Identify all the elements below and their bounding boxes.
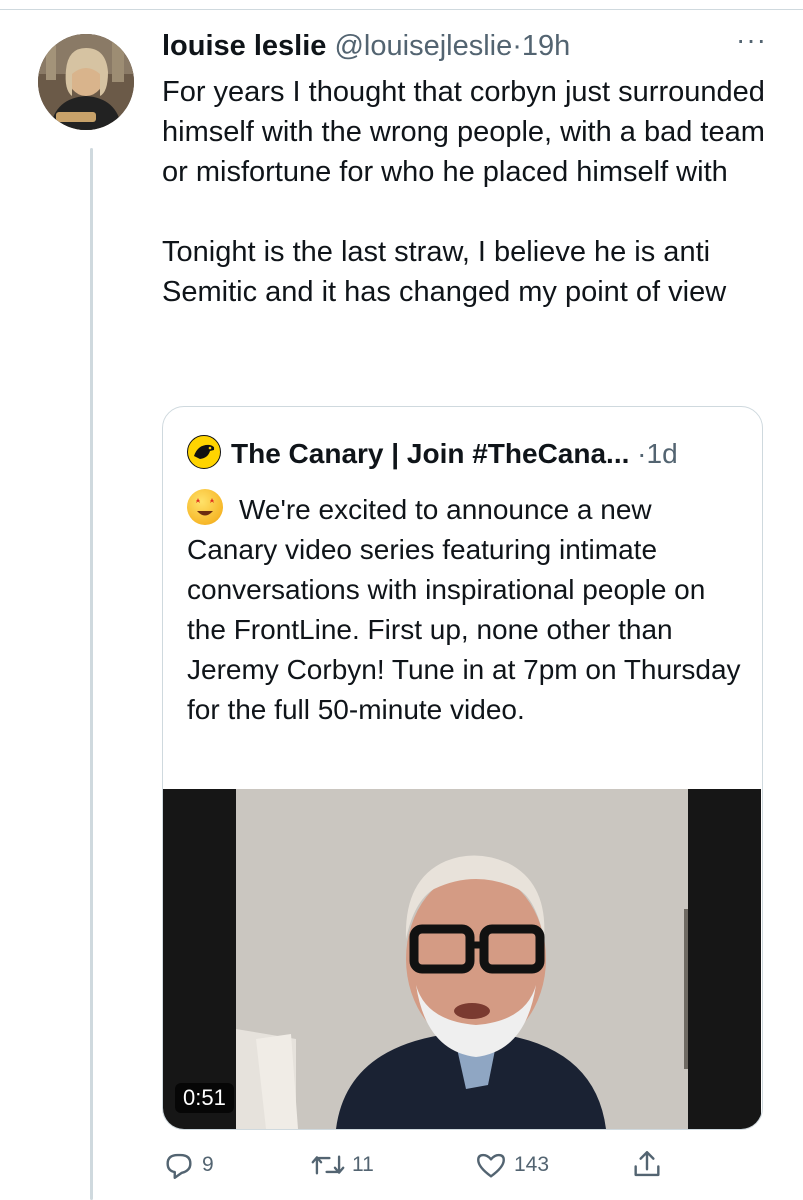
quoted-text-block: We're excited to announce a new Canary v… (187, 489, 747, 730)
quoted-header: The Canary | Join #TheCana... ·1d (187, 435, 678, 472)
avatar[interactable] (38, 34, 134, 130)
reply-count: 9 (202, 1153, 214, 1176)
video-frame (236, 789, 688, 1129)
retweet-count: 11 (352, 1153, 374, 1176)
quoted-tweet[interactable]: The Canary | Join #TheCana... ·1d We're … (162, 406, 763, 1130)
like-count: 143 (514, 1153, 550, 1176)
quoted-author-name[interactable]: The Canary | Join #TheCana... (231, 438, 629, 469)
canary-logo-icon[interactable] (187, 435, 221, 469)
tweet-text: For years I thought that corbyn just sur… (162, 76, 765, 308)
separator-dot: · (512, 30, 522, 62)
avatar-photo (38, 34, 134, 130)
author-handle[interactable]: @louisejleslie (334, 30, 512, 62)
quoted-text: We're excited to announce a new Canary v… (187, 494, 749, 725)
heart-icon (477, 1153, 505, 1178)
reply-icon (166, 1153, 192, 1179)
top-divider (0, 9, 803, 10)
tweet-time[interactable]: 19h (522, 30, 570, 62)
quoted-separator-dot: · (637, 438, 647, 469)
video-duration: 0:51 (175, 1083, 234, 1113)
author-name[interactable]: louise leslie (162, 30, 326, 62)
thread-line (90, 148, 93, 1200)
tweet-header: louise leslie @louisejleslie·19h (162, 28, 570, 64)
retweet-icon (311, 1155, 345, 1175)
tweet-actions: 9 11 143 (162, 1148, 762, 1184)
video-player[interactable]: 0:51 (163, 789, 761, 1129)
like-button[interactable]: 143 (474, 1148, 549, 1182)
quoted-time: 1d (646, 438, 678, 469)
star-struck-emoji-icon (187, 489, 223, 525)
retweet-button[interactable]: 11 (310, 1148, 374, 1182)
more-options-icon[interactable]: ··· (736, 24, 767, 56)
share-icon (634, 1151, 660, 1177)
share-button[interactable] (630, 1148, 664, 1182)
reply-button[interactable]: 9 (162, 1148, 214, 1182)
